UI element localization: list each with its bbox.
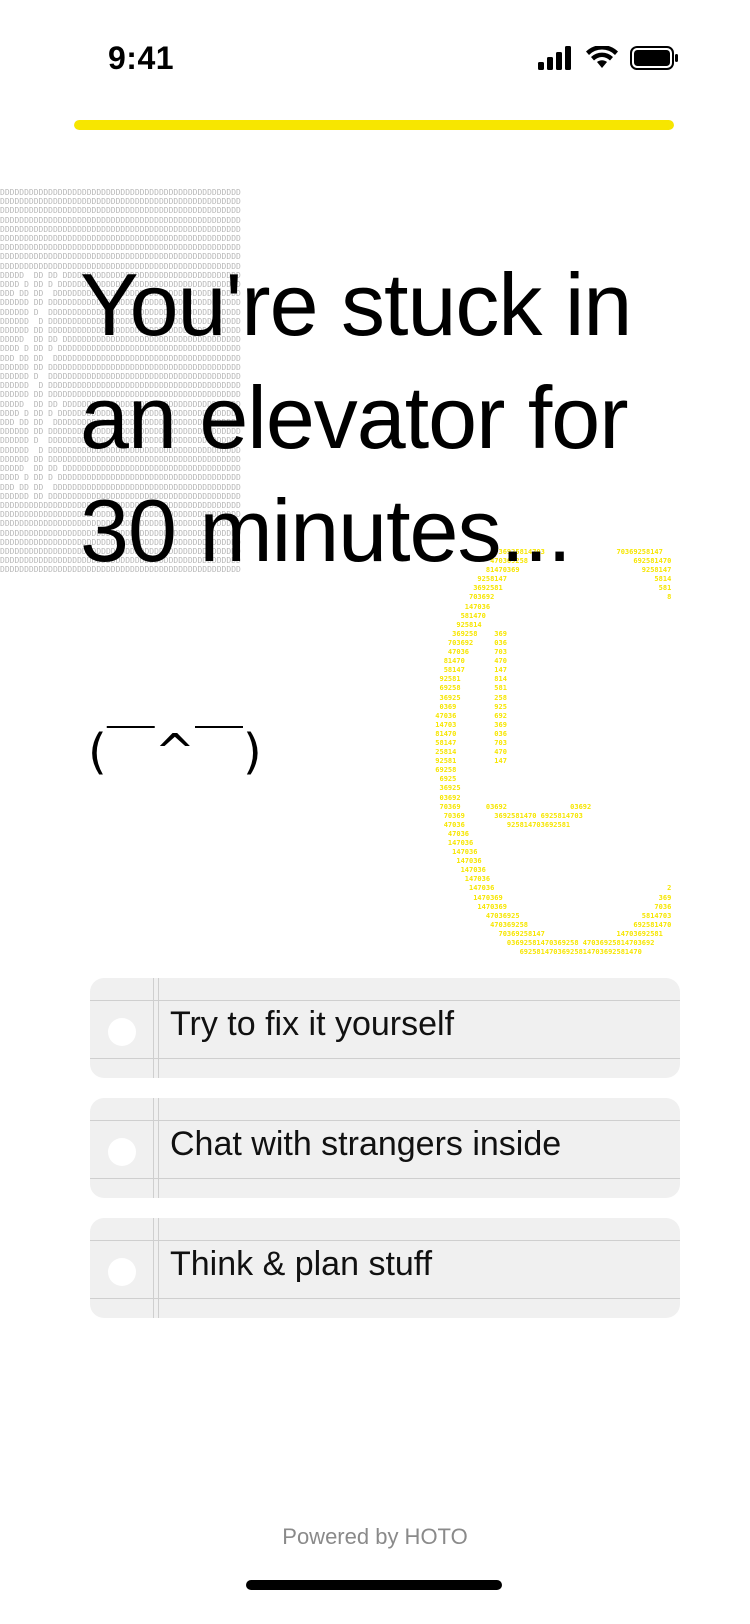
status-icons	[538, 45, 680, 75]
radio-circle[interactable]	[108, 1018, 136, 1046]
ascii-art-smiley-yellow: 36925814703 70369258147 470369258 692581…	[435, 548, 672, 957]
battery-icon	[630, 46, 680, 75]
radio-circle[interactable]	[108, 1138, 136, 1166]
notebook-margin-line	[158, 1218, 159, 1318]
notebook-line	[90, 1298, 680, 1299]
option-chat-strangers[interactable]: Chat with strangers inside	[90, 1098, 680, 1198]
status-bar: 9:41	[0, 0, 750, 120]
answer-options: Try to fix it yourself Chat with strange…	[90, 978, 680, 1338]
question-title: You're stuck in an elevator for 30 minut…	[80, 255, 632, 580]
progress-bar	[74, 120, 674, 130]
kaomoji: (￣^￣)	[88, 724, 262, 780]
notebook-line	[90, 1178, 680, 1179]
notebook-margin-line	[153, 1218, 154, 1318]
signal-icon	[538, 46, 574, 75]
option-label: Try to fix it yourself	[170, 1005, 455, 1043]
option-fix-yourself[interactable]: Try to fix it yourself	[90, 978, 680, 1078]
notebook-margin-line	[158, 1098, 159, 1198]
notebook-margin-line	[153, 978, 154, 1078]
wifi-icon	[586, 45, 618, 75]
powered-by-footer: Powered by HOTO	[282, 1524, 468, 1549]
notebook-margin-line	[153, 1098, 154, 1198]
option-label: Think & plan stuff	[170, 1245, 433, 1283]
home-indicator	[246, 1580, 502, 1590]
notebook-line	[90, 1240, 680, 1241]
option-think-plan[interactable]: Think & plan stuff	[90, 1218, 680, 1318]
status-time: 9:41	[108, 40, 175, 76]
notebook-line	[90, 1000, 680, 1001]
notebook-margin-line	[158, 978, 159, 1078]
notebook-line	[90, 1058, 680, 1059]
notebook-line	[90, 1120, 680, 1121]
progress-fill	[74, 120, 674, 130]
option-label: Chat with strangers inside	[170, 1125, 562, 1163]
radio-circle[interactable]	[108, 1258, 136, 1286]
